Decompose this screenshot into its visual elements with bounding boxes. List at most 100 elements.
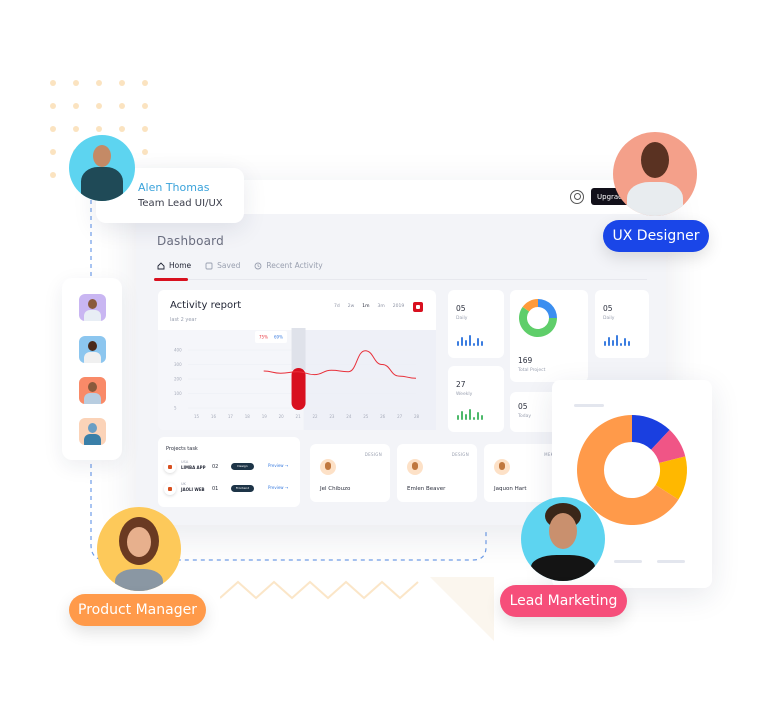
member-tag: DESIGN [451, 452, 469, 457]
highlight-column [291, 328, 306, 370]
dot [142, 149, 148, 155]
team-avatar[interactable] [79, 418, 106, 445]
x-tick-label: 27 [397, 414, 403, 419]
tab-recent-activity[interactable]: Recent Activity [254, 261, 323, 270]
mini-bar [461, 411, 463, 420]
mini-bar [461, 337, 463, 346]
profile-role: Team Lead UI/UX [138, 198, 223, 209]
mini-bar [465, 414, 467, 420]
mini-bar [477, 412, 479, 420]
placeholder-line [614, 560, 642, 563]
total-project-donut [519, 299, 557, 337]
mini-bar [465, 340, 467, 346]
role-badge-product-manager: Product Manager [69, 594, 206, 626]
member-avatar [407, 459, 423, 475]
team-avatar[interactable] [79, 377, 106, 404]
task-count: 02 [212, 464, 219, 470]
task-row[interactable]: USA LIMBA APP 02 Design Preview → [164, 459, 294, 475]
y-tick-label: 5 [174, 406, 177, 411]
tooltip-value-b: 69% [274, 335, 283, 340]
mini-bar [457, 341, 459, 346]
mini-bar [628, 341, 630, 346]
tab-bar: Home Saved Recent Activity [157, 261, 323, 270]
dot [50, 172, 56, 178]
profile-name: Alen Thomas [138, 181, 210, 194]
activity-report-card: Activity report last 2 year 7d 2w 1m 3m 2019… [158, 290, 436, 430]
dot [119, 80, 125, 86]
tooltip-value-a: 75% [259, 335, 268, 340]
role-badge-ux-designer: UX Designer [603, 220, 709, 252]
x-tick-label: 18 [245, 414, 251, 419]
dot [96, 126, 102, 132]
stat-value: 05 [518, 402, 528, 411]
triangle-decoration [430, 577, 494, 641]
dot [96, 103, 102, 109]
member-name: Jel Chibuzo [320, 486, 351, 492]
mini-bar [469, 335, 471, 346]
stat-value: 05 [603, 304, 613, 313]
y-tick-label: 300 [174, 362, 182, 367]
tab-label: Home [169, 261, 192, 270]
tab-label: Recent Activity [266, 261, 323, 270]
stat-label: Daily [456, 316, 468, 321]
dot [119, 126, 125, 132]
stat-value: 05 [456, 304, 466, 313]
stat-value: 27 [456, 380, 466, 389]
dot [73, 80, 79, 86]
y-tick-label: 100 [174, 391, 182, 396]
mini-bar [473, 343, 475, 346]
x-tick-label: 28 [414, 414, 420, 419]
team-avatar[interactable] [79, 294, 106, 321]
avatar-lead-marketing [521, 497, 605, 581]
member-avatar [494, 459, 510, 475]
task-country: UK [181, 482, 186, 486]
dot [50, 126, 56, 132]
tab-home[interactable]: Home [157, 261, 191, 270]
mini-bar [624, 338, 626, 346]
stat-label: Total Project [518, 368, 546, 373]
x-tick-label: 17 [228, 414, 234, 419]
stat-label: Today [518, 414, 532, 419]
mini-bar-chart [604, 335, 630, 346]
user-circle-icon[interactable] [570, 190, 584, 204]
preview-link[interactable]: Preview → [268, 485, 288, 490]
task-badge: Design [231, 463, 254, 470]
preview-link[interactable]: Preview → [268, 463, 288, 468]
project-icon [164, 483, 176, 495]
x-tick-label: 21 [296, 414, 302, 419]
mini-bar [620, 343, 622, 346]
x-tick-label: 19 [262, 414, 268, 419]
mini-bar-chart [457, 409, 483, 420]
task-country: USA [181, 460, 189, 464]
placeholder-line [657, 560, 685, 563]
projects-task-card: Projects task USA LIMBA APP 02 Design Pr… [158, 437, 300, 507]
stat-tile-daily: 05 Daily [448, 290, 504, 358]
mini-bar-chart [457, 335, 483, 346]
tab-saved[interactable]: Saved [205, 261, 240, 270]
team-member-card[interactable]: DESIGN Jel Chibuzo [310, 444, 390, 502]
task-badge: Frontend [231, 485, 254, 492]
task-name: LIMBA APP [181, 465, 206, 470]
dot [142, 126, 148, 132]
y-tick-label: 400 [174, 348, 182, 353]
zigzag-decoration [220, 580, 419, 600]
active-tab-indicator [154, 278, 188, 281]
mini-bar [473, 417, 475, 420]
x-tick-label: 24 [346, 414, 352, 419]
stat-value: 169 [518, 356, 533, 365]
dot [50, 149, 56, 155]
avatar-alen-thomas [69, 135, 135, 201]
stat-tile-total-project: 169 Total Project [510, 290, 588, 382]
team-avatar[interactable] [79, 336, 106, 363]
x-tick-label: 23 [329, 414, 335, 419]
dot [73, 126, 79, 132]
task-row[interactable]: UK JAOLI WEB 01 Frontend Preview → [164, 481, 294, 497]
project-icon [164, 461, 176, 473]
x-tick-label: 25 [363, 414, 369, 419]
stat-tile-weekly: 27 Weekly [448, 366, 504, 432]
team-member-card[interactable]: DESIGN Emlen Beaver [397, 444, 477, 502]
role-badge-lead-marketing: Lead Marketing [500, 585, 627, 617]
stat-tile-daily-2: 05 Daily [595, 290, 649, 358]
x-tick-label: 20 [279, 414, 285, 419]
highlight-bar [291, 368, 306, 410]
